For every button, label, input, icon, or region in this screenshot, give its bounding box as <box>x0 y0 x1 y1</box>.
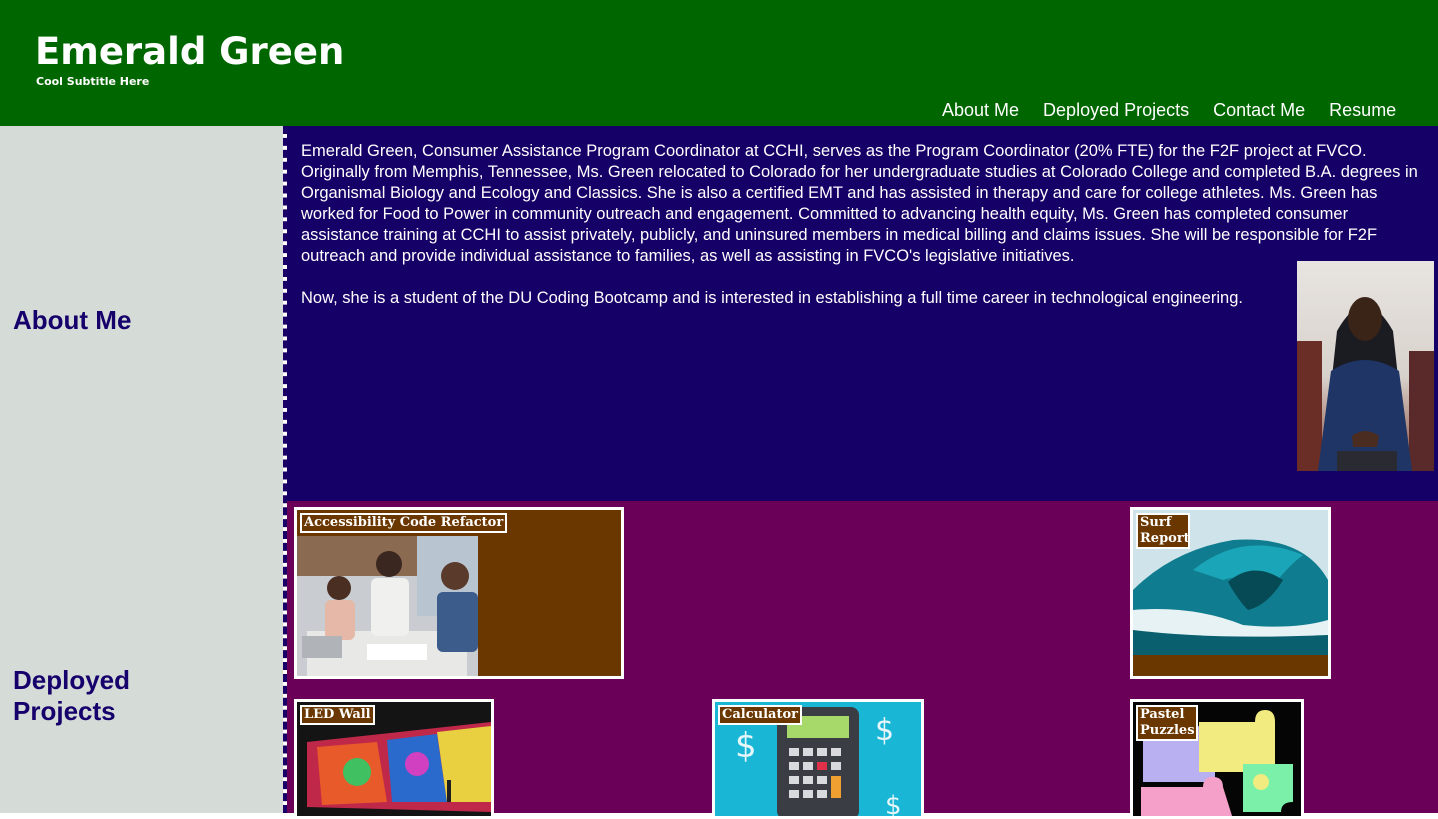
projects-section: Accessibility Code Refactor Surf Report <box>287 501 1438 819</box>
deployed-projects-heading: Deployed Projects <box>13 665 131 726</box>
svg-text:$: $ <box>885 791 902 819</box>
about-section: Emerald Green, Consumer Assistance Progr… <box>287 126 1438 501</box>
about-text: Emerald Green, Consumer Assistance Progr… <box>301 141 1423 330</box>
project-label: Surf Report <box>1136 513 1190 549</box>
about-me-heading: About Me <box>13 305 132 335</box>
sidebar: About Me Deployed Projects <box>0 126 283 813</box>
project-card-accessibility[interactable]: Accessibility Code Refactor <box>294 507 624 679</box>
site-title: Emerald Green <box>35 30 345 73</box>
about-paragraph-1: Emerald Green, Consumer Assistance Progr… <box>301 142 1418 265</box>
site-header: Emerald Green Cool Subtitle Here About M… <box>0 0 1438 126</box>
project-card-led-wall[interactable]: LED Wall <box>294 699 494 819</box>
svg-text:$: $ <box>735 726 757 766</box>
project-card-calculator[interactable]: Calculator $ $ $ <box>712 699 924 819</box>
portrait-photo <box>1297 261 1434 471</box>
project-label: Accessibility Code Refactor <box>300 513 508 533</box>
project-label: LED Wall <box>300 705 375 725</box>
nav-deployed-projects[interactable]: Deployed Projects <box>1031 98 1201 122</box>
project-card-pastel-puzzles[interactable]: Pastel Puzzles <box>1130 699 1304 819</box>
about-paragraph-2: Now, she is a student of the DU Coding B… <box>301 289 1243 307</box>
nav-contact-me[interactable]: Contact Me <box>1201 98 1317 122</box>
project-label: Calculator <box>718 705 802 725</box>
main-nav: About Me Deployed Projects Contact Me Re… <box>930 98 1408 122</box>
svg-text:$: $ <box>875 713 894 748</box>
team-meeting-photo-icon <box>297 536 478 676</box>
nav-about-me[interactable]: About Me <box>930 98 1031 122</box>
project-card-surf-report[interactable]: Surf Report <box>1130 507 1331 679</box>
project-label: Pastel Puzzles <box>1136 705 1198 741</box>
site-subtitle: Cool Subtitle Here <box>36 75 150 88</box>
nav-resume[interactable]: Resume <box>1317 98 1408 122</box>
